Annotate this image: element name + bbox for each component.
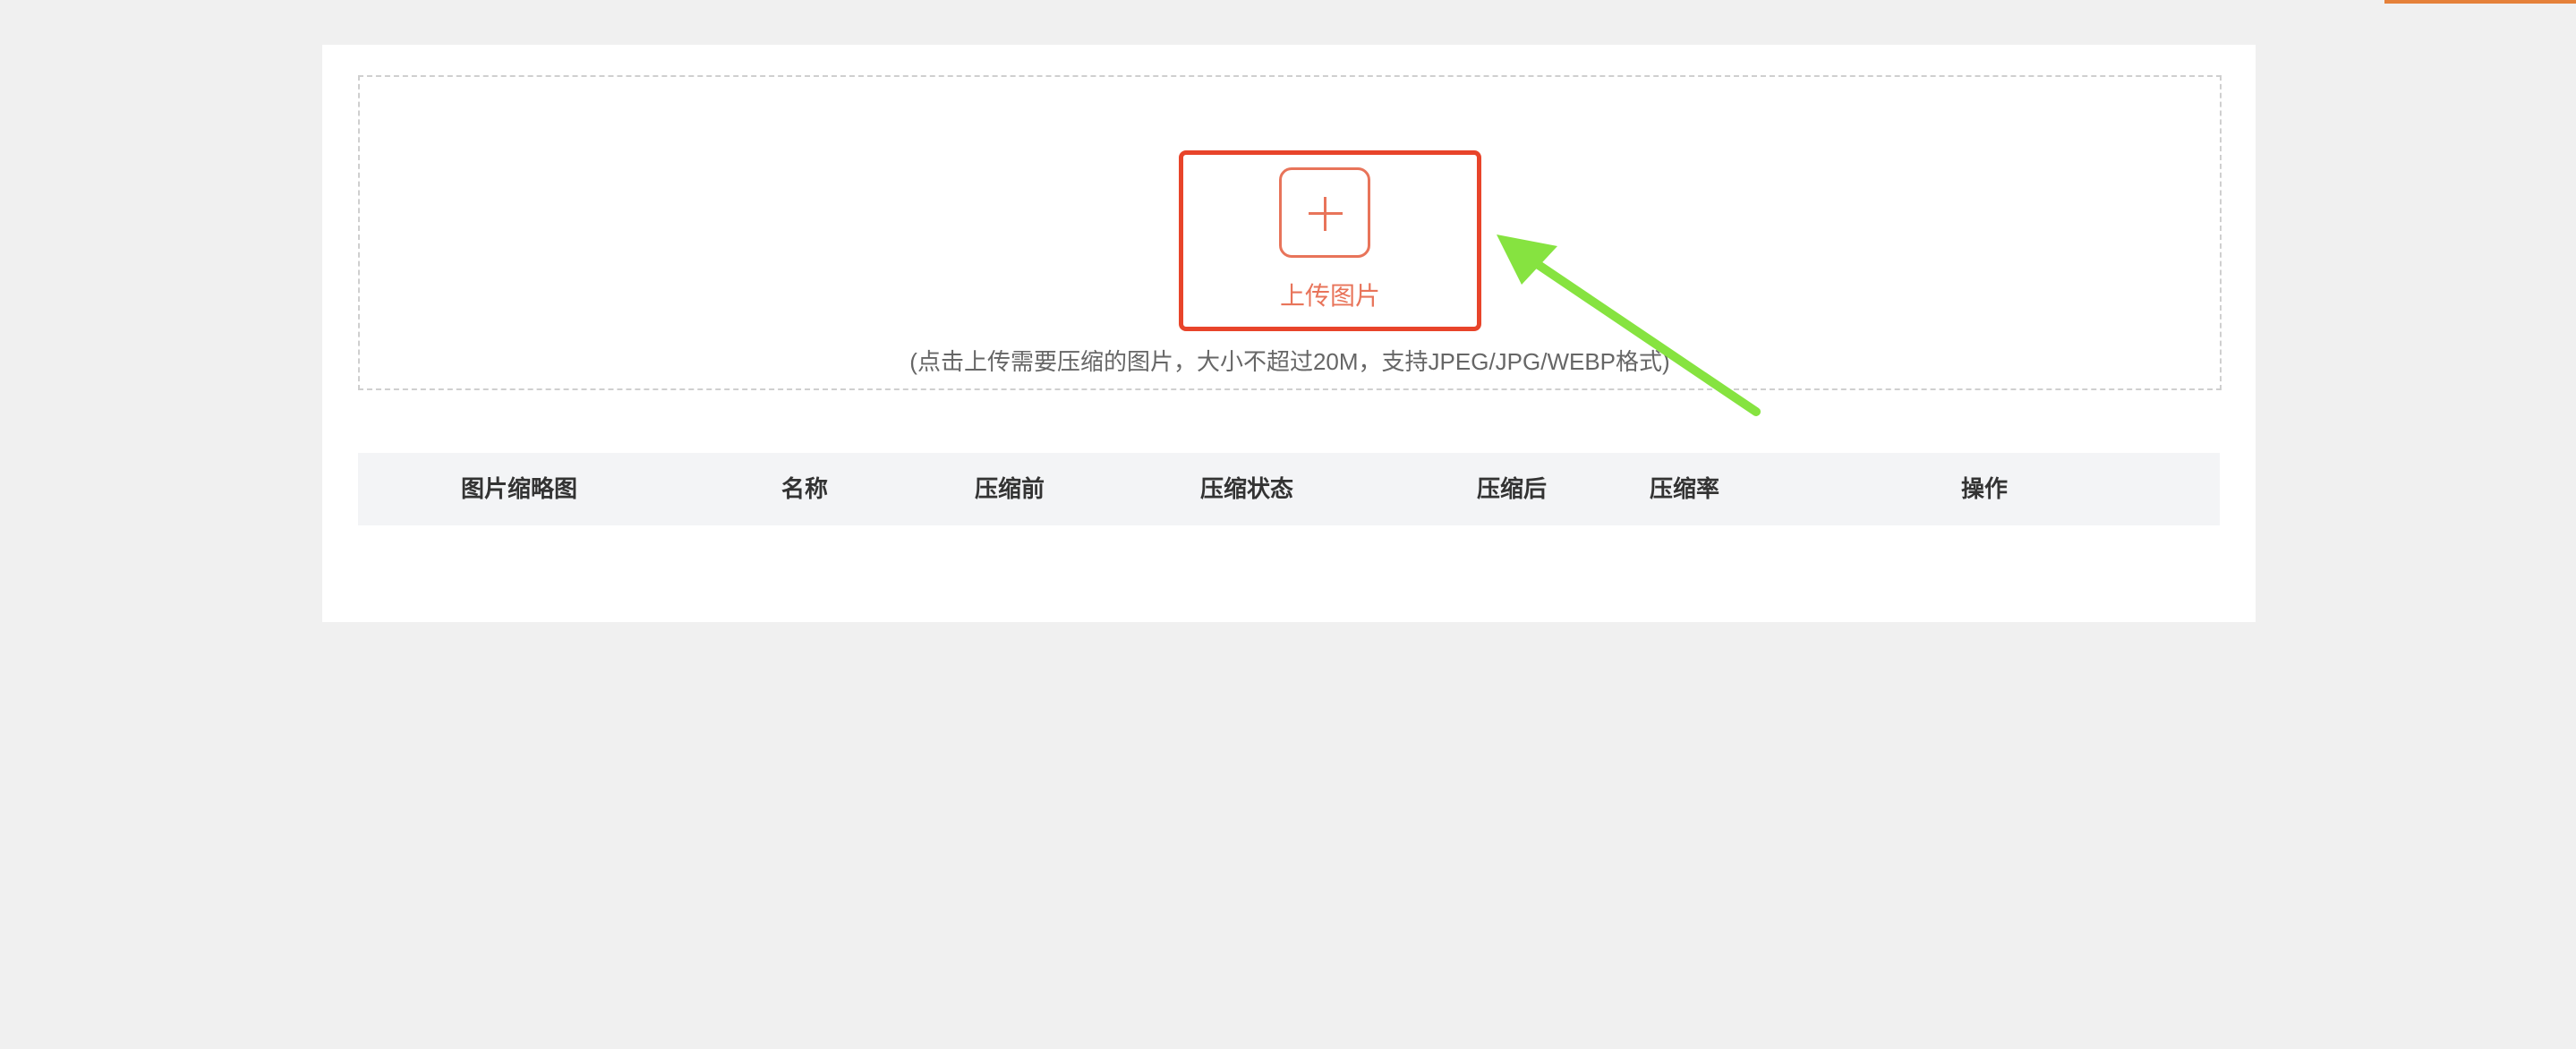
column-status: 压缩状态 — [1200, 453, 1293, 525]
column-ratio: 压缩率 — [1650, 453, 1719, 525]
upload-label: 上传图片 — [1183, 277, 1477, 312]
plus-icon — [1279, 167, 1370, 258]
top-progress-bar — [2384, 0, 2576, 4]
compress-card: 上传图片 (点击上传需要压缩的图片，大小不超过20M，支持JPEG/JPG/WE… — [322, 45, 2256, 622]
column-before-size: 压缩前 — [975, 453, 1045, 525]
table-header: 图片缩略图 名称 压缩前 压缩状态 压缩后 压缩率 操作 — [358, 453, 2220, 525]
upload-hint: (点击上传需要压缩的图片，大小不超过20M，支持JPEG/JPG/WEBP格式) — [360, 344, 2220, 377]
upload-dropzone[interactable]: 上传图片 (点击上传需要压缩的图片，大小不超过20M，支持JPEG/JPG/WE… — [358, 75, 2222, 390]
column-after-size: 压缩后 — [1477, 453, 1547, 525]
upload-image-button[interactable]: 上传图片 — [1179, 150, 1481, 331]
column-thumbnail: 图片缩略图 — [461, 453, 577, 525]
column-name: 名称 — [781, 453, 828, 525]
column-actions: 操作 — [1961, 453, 2008, 525]
